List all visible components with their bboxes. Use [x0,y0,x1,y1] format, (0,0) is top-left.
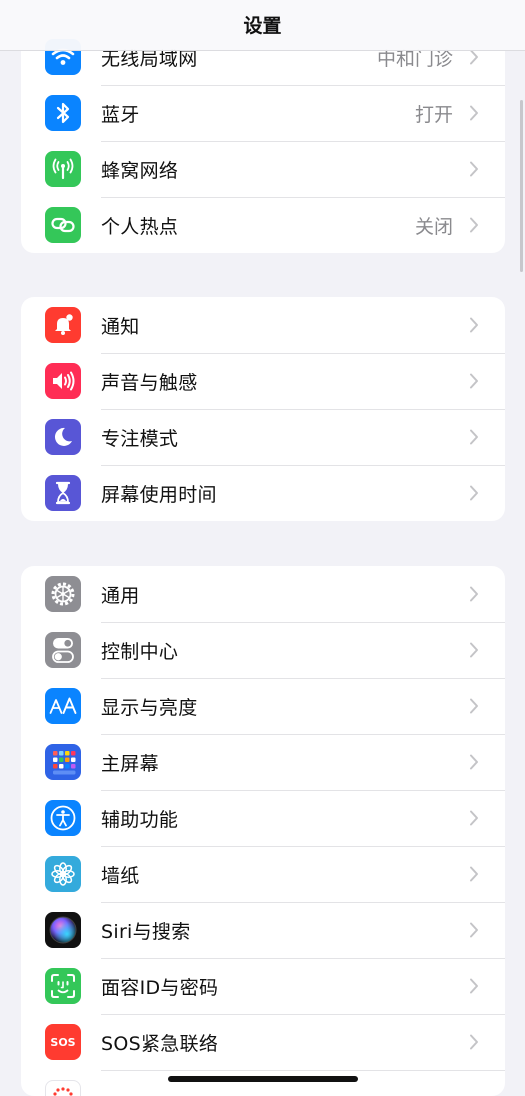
chevron-right-icon [470,161,478,177]
chevron-right-icon [470,49,478,65]
notification-bell-icon [45,307,81,343]
chevron-right-icon [470,105,478,121]
sos-icon-text: SOS [50,1035,76,1049]
settings-row-control-center[interactable]: 控制中心 [21,622,505,678]
face-id-icon [45,968,81,1004]
settings-row-personal-hotspot[interactable]: 个人热点 关闭 [21,197,505,253]
settings-row-label: 通用 [101,585,140,607]
settings-row-emergency-sos[interactable]: SOS SOS紧急联络 [21,1014,505,1070]
app-grid-icon [45,744,81,780]
connectivity-group: 无线局域网 中和门诊 蓝牙 打开 蜂窝网络 个人热点 关闭 [21,29,505,253]
speaker-icon [45,363,81,399]
settings-row-label: 面容ID与密码 [101,977,219,999]
settings-row-display-brightness[interactable]: 显示与亮度 [21,678,505,734]
chevron-right-icon [470,642,478,658]
flower-icon [45,856,81,892]
settings-row-value: 打开 [414,104,453,126]
bluetooth-icon [45,95,81,131]
settings-row-general[interactable]: 通用 [21,566,505,622]
settings-row-focus[interactable]: 专注模式 [21,409,505,465]
moon-icon [45,419,81,455]
chevron-right-icon [470,586,478,602]
settings-row-label: 辅助功能 [101,809,179,831]
siri-orb-icon [45,912,81,948]
settings-row-notifications[interactable]: 通知 [21,297,505,353]
chevron-right-icon [470,373,478,389]
chevron-right-icon [470,1034,478,1050]
exposure-notification-icon [45,1080,81,1096]
hourglass-icon [45,475,81,511]
sos-icon: SOS [45,1024,81,1060]
settings-row-label: 蜂窝网络 [101,160,179,182]
settings-row-label: 专注模式 [101,428,179,450]
chevron-right-icon [470,429,478,445]
settings-row-label: Siri与搜索 [101,921,191,943]
chevron-right-icon [470,485,478,501]
settings-row-label: 墙纸 [101,865,140,887]
settings-row-label: 屏幕使用时间 [101,484,217,506]
settings-row-partial[interactable] [21,1070,505,1096]
settings-row-face-id-passcode[interactable]: 面容ID与密码 [21,958,505,1014]
settings-row-bluetooth[interactable]: 蓝牙 打开 [21,85,505,141]
personal-hotspot-icon [45,207,81,243]
general-group: 通用 控制中心 显示与亮度 主屏幕 辅助功能 墙纸 Siri与搜索 面容ID与密… [21,566,505,1096]
gear-icon [45,576,81,612]
settings-row-label: SOS紧急联络 [101,1033,219,1055]
settings-row-label: 控制中心 [101,641,179,663]
settings-row-label: 个人热点 [101,216,179,238]
chevron-right-icon [470,754,478,770]
navigation-bar: 设置 [0,0,525,51]
settings-row-value: 关闭 [414,216,453,238]
settings-row-screen-time[interactable]: 屏幕使用时间 [21,465,505,521]
settings-row-sounds-haptics[interactable]: 声音与触感 [21,353,505,409]
settings-row-label: 声音与触感 [101,372,198,394]
scrollbar[interactable] [520,100,523,272]
settings-row-siri-search[interactable]: Siri与搜索 [21,902,505,958]
text-size-icon [45,688,81,724]
chevron-right-icon [470,922,478,938]
settings-row-wallpaper[interactable]: 墙纸 [21,846,505,902]
settings-row-home-screen[interactable]: 主屏幕 [21,734,505,790]
chevron-right-icon [470,978,478,994]
settings-row-label: 主屏幕 [101,753,159,775]
chevron-right-icon [470,866,478,882]
settings-row-label: 通知 [101,316,140,338]
accessibility-icon [45,800,81,836]
home-indicator[interactable] [168,1076,358,1082]
cellular-antenna-icon [45,151,81,187]
settings-row-label: 显示与亮度 [101,697,198,719]
settings-row-accessibility[interactable]: 辅助功能 [21,790,505,846]
chevron-right-icon [470,317,478,333]
settings-row-cellular[interactable]: 蜂窝网络 [21,141,505,197]
chevron-right-icon [470,810,478,826]
page-title: 设置 [243,15,282,37]
settings-row-label: 蓝牙 [101,104,140,126]
toggles-icon [45,632,81,668]
chevron-right-icon [470,217,478,233]
notifications-group: 通知 声音与触感 专注模式 屏幕使用时间 [21,297,505,521]
chevron-right-icon [470,698,478,714]
